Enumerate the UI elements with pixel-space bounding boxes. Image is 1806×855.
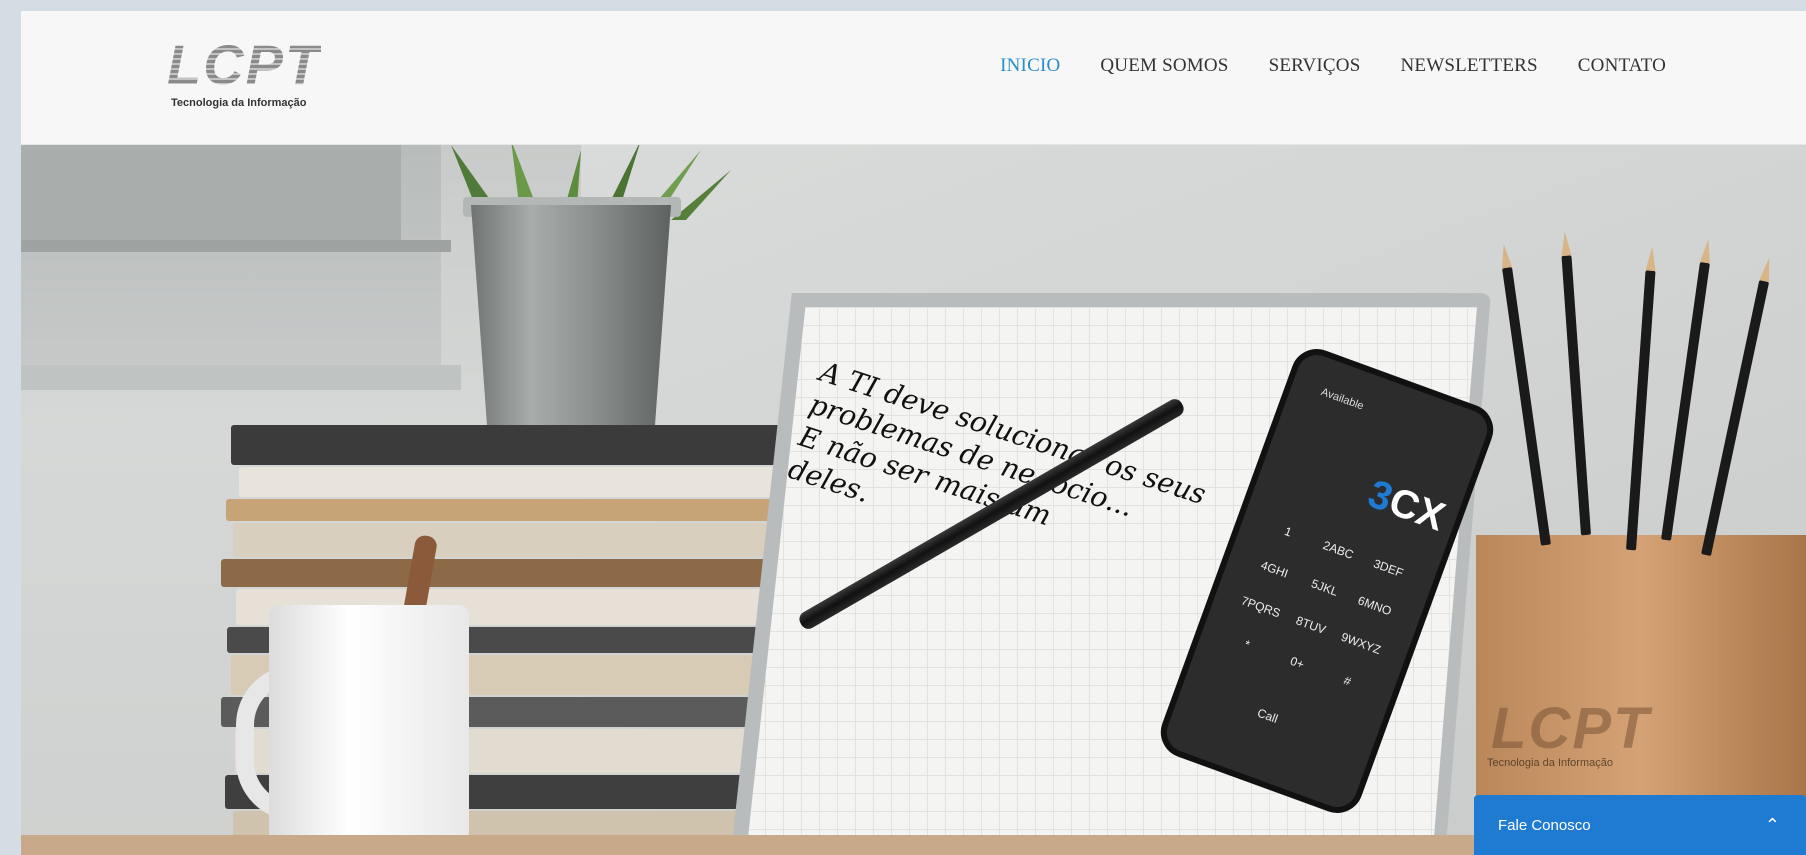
site-header: LCPT Tecnologia da Informação INICIO QUE… xyxy=(21,11,1806,145)
hero-banner: A TI deve solucionar os seus problemas d… xyxy=(21,145,1806,855)
phone-call-label: Call xyxy=(1255,705,1280,726)
chat-widget[interactable]: Fale Conosco ⌃ xyxy=(1474,795,1806,855)
keypad-key: 2ABC xyxy=(1321,538,1356,562)
keypad-key: * xyxy=(1242,637,1252,652)
logo-tagline: Tecnologia da Informação xyxy=(171,97,307,109)
keypad-key: 6MNO xyxy=(1356,593,1394,619)
keypad-key: 3DEF xyxy=(1371,556,1406,581)
keypad-key: # xyxy=(1341,673,1353,689)
nav-item-quem-somos[interactable]: QUEM SOMOS xyxy=(1100,55,1228,77)
nav-item-servicos[interactable]: SERVIÇOS xyxy=(1269,55,1361,77)
keypad-key: 7PQRS xyxy=(1239,593,1283,621)
coffee-mug xyxy=(269,605,469,855)
keypad-key: 8TUV xyxy=(1294,613,1328,637)
site-logo[interactable]: LCPT Tecnologia da Informação xyxy=(167,35,367,115)
chat-label: Fale Conosco xyxy=(1498,816,1591,834)
page-frame: LCPT Tecnologia da Informação INICIO QUE… xyxy=(21,11,1806,855)
keypad-key: 9WXYZ xyxy=(1339,629,1383,658)
logo-title: LCPT xyxy=(167,33,322,96)
nav-item-inicio[interactable]: INICIO xyxy=(1000,55,1060,77)
plant-pot xyxy=(471,205,671,425)
phone-keypad: 1 2ABC 3DEF 4GHI 5JKL 6MNO 7PQRS 8TUV 9W… xyxy=(1220,516,1416,697)
phone-status: Available xyxy=(1319,386,1366,413)
chevron-up-icon[interactable]: ⌃ xyxy=(1765,816,1780,834)
phone-brand-logo: 3CX xyxy=(1362,472,1450,541)
main-nav: INICIO QUEM SOMOS SERVIÇOS NEWSLETTERS C… xyxy=(1000,11,1666,121)
keypad-key: 1 xyxy=(1282,524,1294,540)
holder-logo: LCPT xyxy=(1491,696,1651,761)
window-frame xyxy=(21,240,451,252)
keypad-key: 5JKL xyxy=(1309,576,1340,599)
window-glass xyxy=(21,145,401,240)
holder-tagline: Tecnologia da Informação xyxy=(1487,757,1613,769)
nav-item-newsletters[interactable]: NEWSLETTERS xyxy=(1401,55,1538,77)
window-ledge xyxy=(21,365,461,390)
nav-item-contato[interactable]: CONTATO xyxy=(1578,55,1666,77)
keypad-key: 4GHI xyxy=(1258,557,1291,581)
keypad-key: 0+ xyxy=(1288,653,1307,672)
